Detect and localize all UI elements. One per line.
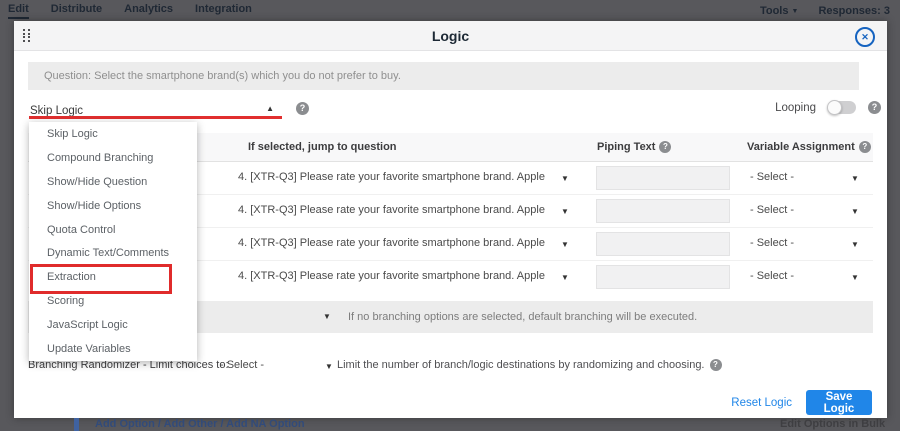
menu-item-label: Quota Control [47, 224, 115, 236]
header-variable-assignment: Variable Assignment? [747, 141, 871, 153]
modal-footer: Reset Logic Save Logic [14, 386, 887, 418]
top-nav: Edit Distribute Analytics Integration To… [0, 0, 900, 21]
nav-tab-edit[interactable]: Edit [8, 3, 29, 19]
menu-item-skip-logic[interactable]: Skip Logic [29, 122, 197, 146]
menu-item-scoring[interactable]: Scoring [29, 289, 197, 313]
variable-assignment-select[interactable]: - Select - [750, 237, 794, 249]
header-jump-to-question: If selected, jump to question [248, 141, 397, 153]
logic-modal: Logic ✕ Question: Select the smartphone … [14, 21, 887, 418]
piping-text-input[interactable] [596, 232, 730, 256]
piping-text-input[interactable] [596, 199, 730, 223]
menu-item-label: Scoring [47, 295, 84, 307]
variable-assignment-select[interactable]: - Select - [750, 204, 794, 216]
red-annotation-underline [29, 116, 282, 119]
chevron-down-icon: ▼ [561, 273, 569, 282]
help-icon[interactable]: ? [859, 141, 871, 153]
randomizer-select[interactable]: - Select - [220, 359, 264, 371]
menu-item-update-variables[interactable]: Update Variables [29, 337, 197, 361]
menu-item-label: Show/Hide Question [47, 176, 147, 188]
menu-item-dynamic-text-comments[interactable]: Dynamic Text/Comments [29, 242, 197, 266]
chevron-down-icon: ▼ [325, 362, 333, 371]
jump-question-select[interactable]: 4. [XTR-Q3] Please rate your favorite sm… [238, 237, 545, 249]
menu-item-label: Compound Branching [47, 152, 153, 164]
chevron-down-icon: ▼ [561, 240, 569, 249]
chevron-up-icon: ▲ [266, 104, 274, 113]
menu-item-compound-branching[interactable]: Compound Branching [29, 146, 197, 170]
jump-question-select[interactable]: 4. [XTR-Q3] Please rate your favorite sm… [238, 270, 545, 282]
menu-item-label: Skip Logic [47, 128, 98, 140]
screen: Edit Distribute Analytics Integration To… [0, 0, 900, 431]
chevron-down-icon: ▼ [561, 174, 569, 183]
header-piping-text: Piping Text? [597, 141, 671, 153]
reset-logic-link[interactable]: Reset Logic [731, 397, 792, 409]
menu-item-extraction[interactable]: Extraction [29, 265, 197, 289]
help-icon[interactable]: ? [710, 359, 722, 371]
menu-item-label: Update Variables [47, 343, 131, 355]
piping-text-input[interactable] [596, 166, 730, 190]
question-text: Question: Select the smartphone brand(s)… [28, 62, 859, 90]
logic-type-menu: Skip Logic Compound Branching Show/Hide … [29, 122, 197, 361]
nav-tab-distribute[interactable]: Distribute [51, 3, 102, 19]
tools-menu[interactable]: Tools ▼ [760, 5, 799, 17]
close-icon[interactable]: ✕ [855, 27, 875, 47]
toggle-knob [827, 100, 842, 115]
chevron-down-icon: ▼ [851, 174, 859, 183]
menu-item-show-hide-options[interactable]: Show/Hide Options [29, 194, 197, 218]
question-accent-bar [74, 418, 79, 431]
menu-item-label: Extraction [47, 271, 96, 283]
chevron-down-icon: ▼ [561, 207, 569, 216]
modal-title: Logic [14, 28, 887, 44]
help-icon[interactable]: ? [296, 102, 309, 115]
add-option-links[interactable]: Add Option / Add Other / Add NA Option [95, 418, 305, 430]
menu-item-show-hide-question[interactable]: Show/Hide Question [29, 170, 197, 194]
default-branching-note: If no branching options are selected, de… [348, 311, 697, 323]
chevron-down-icon[interactable]: ▼ [323, 312, 331, 321]
jump-question-select[interactable]: 4. [XTR-Q3] Please rate your favorite sm… [238, 171, 545, 183]
variable-assignment-select[interactable]: - Select - [750, 171, 794, 183]
save-logic-button[interactable]: Save Logic [806, 390, 872, 415]
modal-header: Logic ✕ [14, 21, 887, 51]
looping-label: Looping [775, 102, 816, 114]
help-icon[interactable]: ? [659, 141, 671, 153]
chevron-down-icon: ▼ [851, 273, 859, 282]
menu-item-label: Dynamic Text/Comments [47, 247, 169, 259]
looping-toggle[interactable] [828, 101, 856, 114]
background-page-strip: Add Option / Add Other / Add NA Option E… [0, 418, 900, 431]
randomizer-note: Limit the number of branch/logic destina… [337, 359, 722, 371]
menu-item-label: Show/Hide Options [47, 200, 141, 212]
piping-text-input[interactable] [596, 265, 730, 289]
variable-assignment-select[interactable]: - Select - [750, 270, 794, 282]
chevron-down-icon: ▼ [851, 207, 859, 216]
menu-item-quota-control[interactable]: Quota Control [29, 218, 197, 242]
edit-options-in-bulk[interactable]: Edit Options in Bulk [780, 418, 885, 430]
jump-question-select[interactable]: 4. [XTR-Q3] Please rate your favorite sm… [238, 204, 545, 216]
menu-item-javascript-logic[interactable]: JavaScript Logic [29, 313, 197, 337]
menu-item-label: JavaScript Logic [47, 319, 128, 331]
responses-count[interactable]: Responses: 3 [818, 5, 890, 17]
help-icon[interactable]: ? [868, 101, 881, 114]
chevron-down-icon: ▼ [792, 8, 799, 15]
looping-control: Looping ? [775, 101, 881, 114]
nav-tab-integration[interactable]: Integration [195, 3, 252, 19]
chevron-down-icon: ▼ [851, 240, 859, 249]
top-nav-right: Tools ▼ Responses: 3 [760, 0, 890, 21]
nav-tabs: Edit Distribute Analytics Integration [0, 3, 252, 19]
nav-tab-analytics[interactable]: Analytics [124, 3, 173, 19]
